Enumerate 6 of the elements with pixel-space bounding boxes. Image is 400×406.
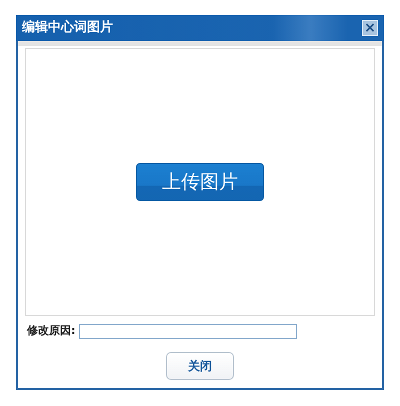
reason-label: 修改原因:	[27, 323, 76, 339]
close-button[interactable]: ×	[362, 20, 378, 36]
window-title: 编辑中心词图片	[22, 18, 113, 38]
reason-input-field[interactable]	[79, 324, 298, 339]
close-dialog-button[interactable]: 关闭	[166, 352, 234, 380]
upload-image-button[interactable]: 上传图片	[136, 163, 264, 201]
